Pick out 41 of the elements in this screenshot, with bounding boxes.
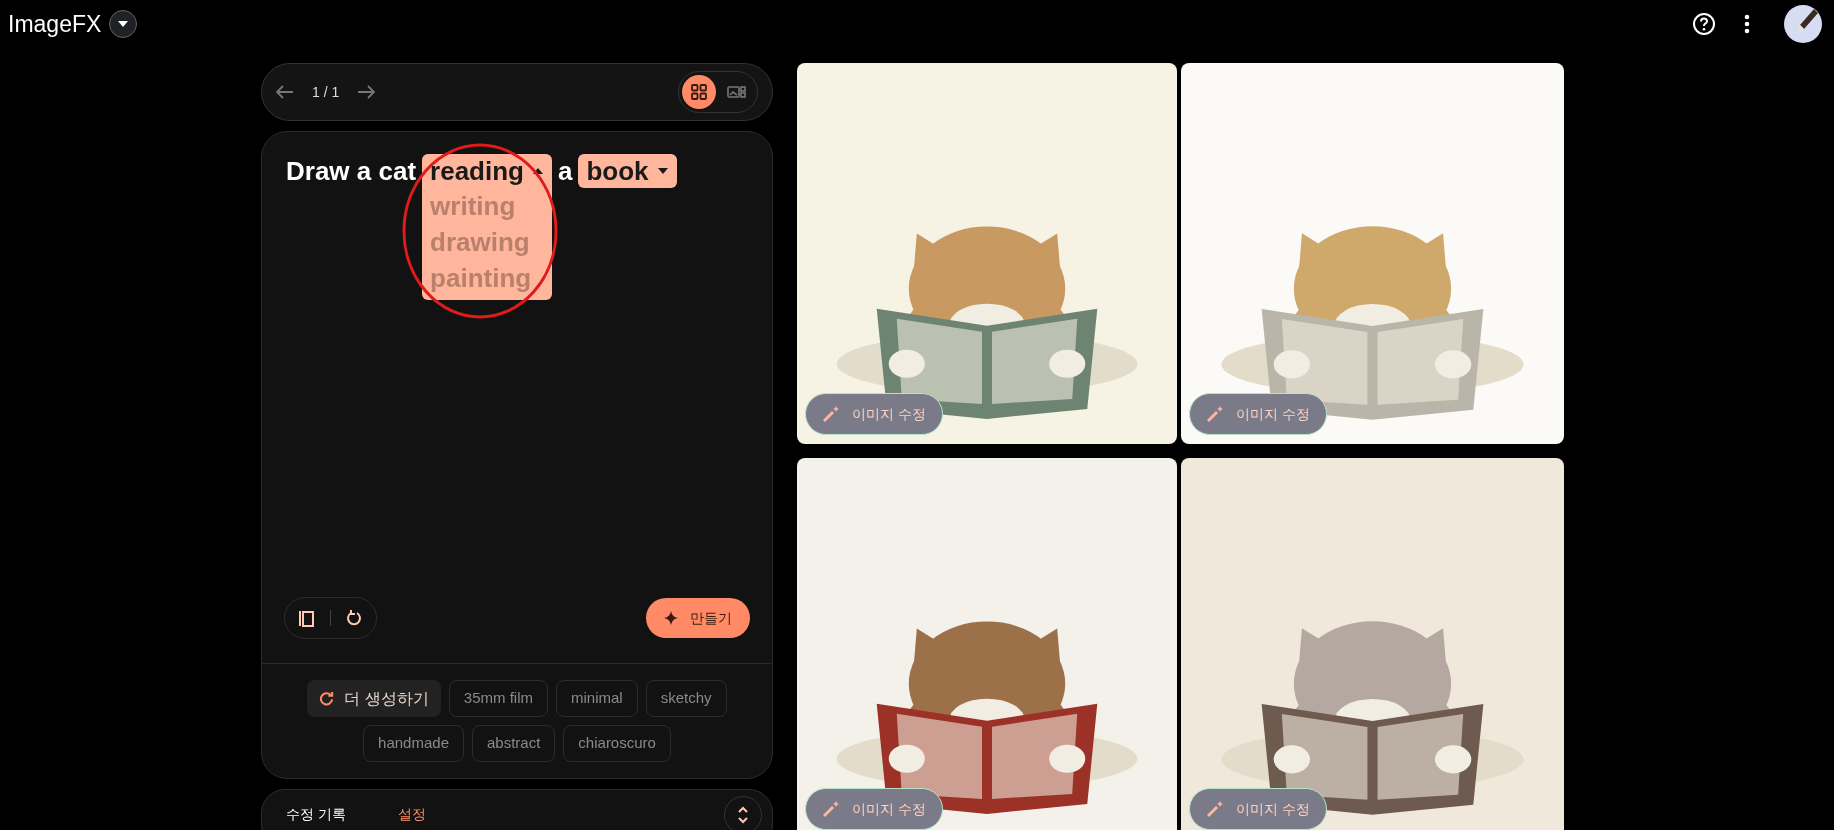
style-chip[interactable]: 35mm film — [448, 680, 549, 717]
grid-icon — [690, 83, 708, 101]
refresh-icon[interactable] — [345, 609, 363, 627]
expand-icon — [737, 806, 749, 824]
prompt-chip[interactable]: book — [578, 154, 677, 188]
caret-down-icon — [656, 167, 669, 175]
copy-icon[interactable] — [298, 608, 316, 628]
avatar-icon[interactable] — [1784, 5, 1822, 43]
app-title: ImageFX — [8, 9, 102, 39]
app-menu-button[interactable] — [109, 10, 138, 38]
create-button[interactable]: 만들기 — [646, 598, 750, 638]
wand-icon — [1206, 800, 1224, 818]
arrow-left-icon[interactable] — [276, 85, 294, 99]
prompt-text: a — [558, 155, 573, 188]
wand-icon — [822, 800, 840, 818]
style-chip[interactable]: sketchy — [645, 680, 727, 717]
wand-icon — [1206, 405, 1224, 423]
help-icon[interactable] — [1692, 12, 1716, 36]
style-chip[interactable]: abstract — [472, 725, 556, 762]
wand-icon — [822, 405, 840, 423]
grid-view-button[interactable] — [682, 75, 716, 109]
edit-image-button[interactable]: 이미지 수정 — [1189, 393, 1327, 435]
prompt-chip[interactable]: reading — [422, 154, 552, 188]
caret-up-icon — [532, 167, 544, 175]
edit-image-button[interactable]: 이미지 수정 — [805, 393, 943, 435]
refresh-icon — [319, 691, 335, 706]
tab[interactable]: 수정 기록 — [284, 804, 348, 830]
prompt-text: Draw a cat — [286, 155, 417, 188]
style-chip[interactable]: handmade — [363, 725, 464, 762]
generate-more-button[interactable]: 더 생성하기 — [307, 680, 441, 717]
sparkle-icon — [664, 611, 678, 625]
more-icon[interactable] — [1744, 14, 1750, 34]
tab[interactable]: 설정 — [395, 804, 428, 830]
style-chip[interactable]: chiaroscuro — [563, 725, 671, 762]
image-list-icon — [727, 84, 747, 100]
edit-image-button[interactable]: 이미지 수정 — [1189, 788, 1327, 830]
edit-image-button[interactable]: 이미지 수정 — [805, 788, 943, 830]
page-indicator: 1 / 1 — [312, 82, 340, 102]
caret-icon — [118, 21, 129, 27]
arrow-right-icon[interactable] — [357, 85, 376, 99]
style-chip[interactable]: minimal — [556, 680, 638, 717]
